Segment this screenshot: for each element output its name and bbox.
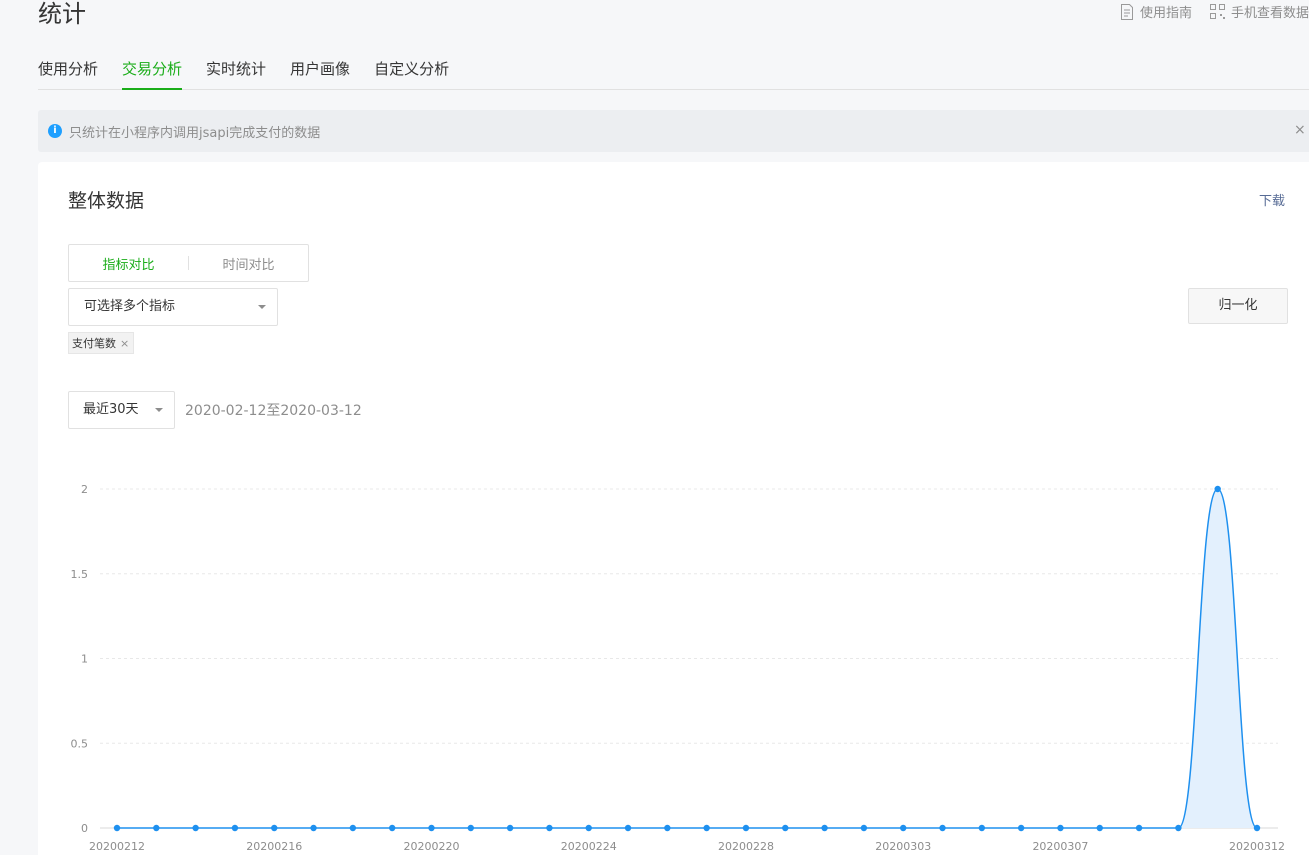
data-point	[1214, 485, 1221, 493]
data-point	[349, 824, 357, 832]
data-point	[821, 824, 828, 832]
x-tick-label: 20200220	[403, 840, 459, 853]
data-point	[271, 824, 278, 832]
data-point	[428, 824, 435, 832]
data-point	[978, 824, 986, 832]
data-point	[939, 824, 946, 832]
y-tick-label: 2	[81, 483, 88, 496]
page-title: 统计	[38, 0, 86, 28]
data-point	[742, 824, 750, 832]
top-links: 使用指南 手机查看数据	[1120, 2, 1309, 21]
data-point	[1135, 824, 1143, 832]
data-point	[192, 824, 199, 832]
data-point	[703, 824, 710, 832]
x-tick-label: 20200228	[718, 840, 774, 853]
y-tick-label: 0.5	[71, 737, 89, 750]
x-tick-label: 20200216	[246, 840, 302, 853]
y-tick-label: 1.5	[71, 568, 89, 581]
mobile-view-link[interactable]: 手机查看数据	[1209, 2, 1309, 21]
data-point	[860, 824, 868, 832]
qrcode-icon	[1209, 4, 1225, 19]
data-point	[388, 824, 396, 832]
x-tick-label: 20200212	[89, 840, 145, 853]
overall-data-card: 整体数据 下载 指标对比 时间对比 可选择多个指标 归一化 支付笔数 × 最近3…	[38, 162, 1309, 855]
data-point	[546, 824, 553, 832]
data-point	[900, 824, 907, 832]
notice-text: 只统计在小程序内调用jsapi完成支付的数据	[69, 125, 321, 141]
data-point	[506, 824, 514, 832]
tab-custom-analysis[interactable]: 自定义分析	[374, 58, 449, 90]
x-tick-label: 20200312	[1229, 840, 1285, 853]
x-tick-label: 20200224	[561, 840, 617, 853]
notice-banner: i 只统计在小程序内调用jsapi完成支付的数据 ×	[38, 110, 1309, 152]
data-point	[624, 824, 632, 832]
y-tick-label: 1	[81, 653, 88, 666]
tab-bar: 使用分析 交易分析 实时统计 用户画像 自定义分析	[38, 58, 1309, 90]
data-point	[1175, 824, 1182, 832]
data-point	[153, 824, 160, 832]
data-point	[1017, 824, 1025, 832]
data-point	[231, 824, 239, 832]
x-tick-label: 20200307	[1032, 840, 1088, 853]
tab-usage-analysis[interactable]: 使用分析	[38, 58, 98, 90]
data-point	[782, 824, 789, 832]
data-point	[1057, 824, 1064, 832]
data-point	[664, 824, 671, 832]
close-icon[interactable]: ×	[1294, 122, 1306, 138]
data-point	[585, 824, 592, 832]
x-tick-label: 20200303	[875, 840, 931, 853]
mobile-view-link-label: 手机查看数据	[1230, 6, 1309, 21]
tab-user-profile[interactable]: 用户画像	[290, 58, 350, 90]
data-point	[310, 824, 317, 832]
tab-transaction-analysis[interactable]: 交易分析	[122, 58, 183, 90]
info-icon: i	[48, 124, 62, 138]
data-point	[467, 824, 474, 832]
trend-chart: 0 0.5 1 1.5 2 20200212 20200216 20200220 2020022…	[71, 483, 1286, 853]
data-point	[113, 824, 121, 832]
y-tick-label: 0	[81, 822, 88, 835]
data-point	[1253, 824, 1261, 832]
guide-link-label: 使用指南	[1139, 6, 1192, 21]
guide-link[interactable]: 使用指南	[1120, 2, 1192, 21]
tab-realtime-stats[interactable]: 实时统计	[206, 58, 266, 90]
data-point	[1096, 824, 1103, 832]
document-icon	[1120, 3, 1134, 20]
